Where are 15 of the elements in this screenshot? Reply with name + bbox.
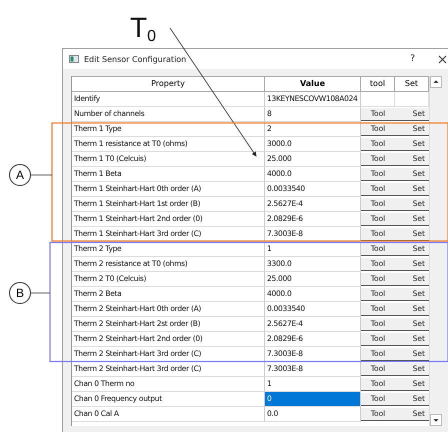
callout-marker: B <box>9 282 31 304</box>
window-icon <box>69 55 79 63</box>
window-title: Edit Sensor Configuration <box>84 54 188 64</box>
close-button[interactable] <box>438 54 447 64</box>
scroll-up-icon[interactable] <box>430 76 442 88</box>
leader-line <box>30 292 50 294</box>
column-header[interactable]: Set <box>395 76 429 92</box>
leader-line <box>30 174 52 176</box>
column-header[interactable]: Property <box>72 76 265 92</box>
scroll-down-icon[interactable] <box>430 414 442 426</box>
column-header[interactable]: tool <box>361 76 395 92</box>
annotation-label: T$_{0}$ <box>130 12 156 46</box>
column-header[interactable]: Value <box>265 76 361 92</box>
callout-marker: A <box>9 164 31 186</box>
help-button[interactable]: ? <box>410 54 415 64</box>
